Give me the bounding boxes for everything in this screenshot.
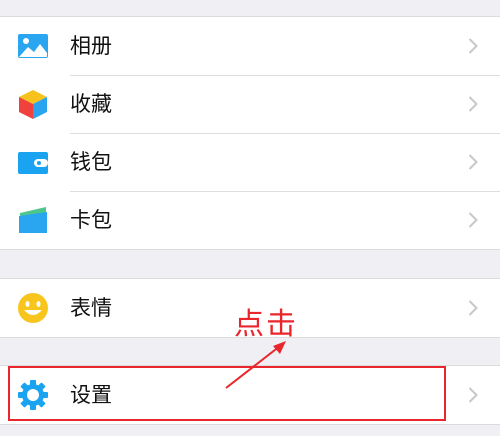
photo-album-icon (16, 30, 50, 62)
menu-group-main: 相册 收藏 钱包 卡包 (0, 16, 500, 250)
menu-item-label: 钱包 (70, 150, 112, 174)
chevron-right-icon (468, 212, 478, 228)
menu-item-wallet[interactable]: 钱包 (0, 133, 500, 191)
favorites-cube-icon (16, 88, 50, 120)
menu-item-favorites[interactable]: 收藏 (0, 75, 500, 133)
card-package-icon (16, 204, 50, 236)
chevron-right-icon (468, 38, 478, 54)
menu-item-album[interactable]: 相册 (0, 17, 500, 75)
menu-item-label: 相册 (70, 34, 112, 58)
menu-item-label: 收藏 (70, 92, 112, 116)
highlight-box (8, 366, 446, 421)
menu-item-label: 卡包 (70, 208, 112, 232)
chevron-right-icon (468, 300, 478, 316)
chevron-right-icon (468, 96, 478, 112)
smiley-face-icon (16, 292, 50, 324)
menu-item-label: 表情 (70, 296, 112, 320)
menu-item-card-package[interactable]: 卡包 (0, 191, 500, 249)
wallet-icon (16, 146, 50, 178)
chevron-right-icon (468, 387, 478, 403)
chevron-right-icon (468, 154, 478, 170)
